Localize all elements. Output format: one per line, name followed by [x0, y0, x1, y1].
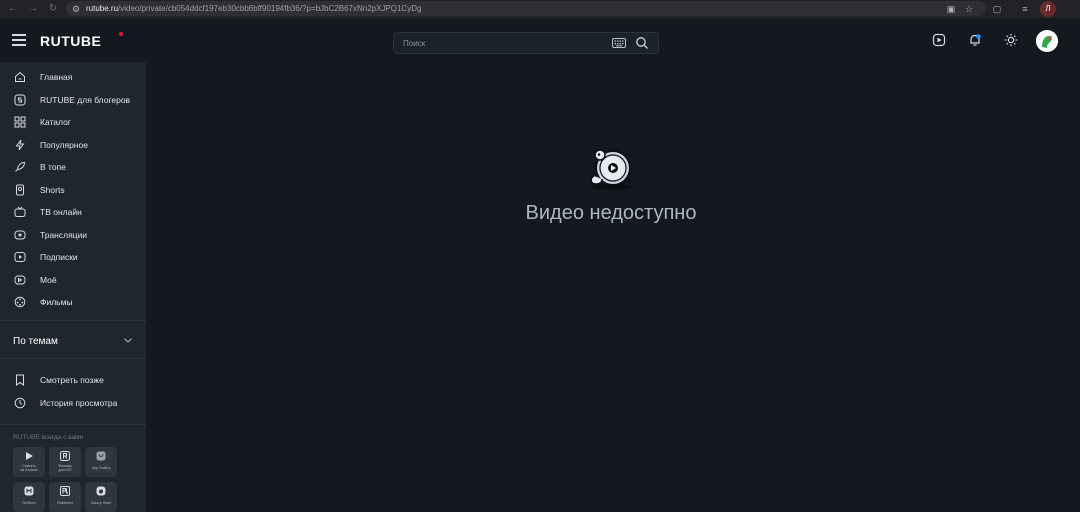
- topics-label: По темам: [13, 335, 58, 347]
- broadcast-icon: [14, 230, 26, 240]
- bookmark-icon: [16, 374, 24, 386]
- sidebar-divider: [0, 320, 146, 321]
- browser-toolbar: ← → ↻ ⚙ rutube.ru/video/private/cb054ddc…: [0, 0, 1080, 18]
- video-unavailable-message: Видео недоступно: [525, 202, 697, 224]
- app-label: на Android: [20, 468, 38, 472]
- home-icon: [15, 71, 25, 82]
- sidebar-item-top[interactable]: В топе: [0, 157, 146, 177]
- notifications-icon[interactable]: [968, 33, 982, 47]
- search-input[interactable]: [403, 36, 593, 50]
- apps-title: RUTUBE всегда с вами: [13, 434, 84, 441]
- rumarket-icon: [60, 486, 70, 496]
- sidebar-item-films[interactable]: Фильмы: [0, 292, 146, 312]
- sidebar-item-label: RUTUBE для блогеров: [40, 95, 131, 105]
- app-label: для iOS: [58, 468, 72, 472]
- sidebar-item-subscriptions[interactable]: Подписки: [0, 247, 146, 267]
- history-icon: [14, 397, 26, 409]
- reading-list-icon[interactable]: ≡: [1018, 2, 1032, 16]
- sidebar-item-tv[interactable]: ТВ онлайн: [0, 202, 146, 222]
- sidebar-item-bloggers[interactable]: RUTUBE для блогеров: [0, 90, 146, 110]
- url-path: /video/private/cb054ddcf197eb30cbb6bff90…: [118, 4, 422, 13]
- sidebar-item-home[interactable]: Главная: [0, 67, 146, 87]
- reload-icon[interactable]: ↻: [46, 2, 60, 16]
- my-videos-icon: [14, 275, 26, 285]
- chevron-down-icon: [124, 338, 132, 343]
- bookmark-star-icon[interactable]: ☆: [962, 2, 976, 16]
- forward-icon[interactable]: →: [26, 2, 40, 16]
- sidebar-item-label: В топе: [40, 162, 66, 172]
- sidebar-divider: [0, 358, 146, 359]
- sidebar-item-label: Главная: [40, 72, 73, 82]
- upload-video-icon[interactable]: [932, 33, 946, 47]
- sidebar-item-label: ТВ онлайн: [40, 207, 82, 217]
- sidebar-item-history[interactable]: История просмотра: [0, 393, 146, 413]
- google-play-icon: [26, 452, 33, 460]
- app-label: RuMarket: [57, 501, 73, 505]
- app-tile-appgallery[interactable]: App Gallery: [85, 447, 117, 477]
- shorts-icon: [16, 184, 24, 196]
- site-info-icon[interactable]: ⚙: [70, 3, 82, 15]
- films-icon: [14, 296, 26, 308]
- app-label: App Gallery: [91, 466, 111, 470]
- browser-profile-avatar[interactable]: Л: [1040, 1, 1056, 17]
- sidebar-item-my[interactable]: Моё: [0, 270, 146, 290]
- sidebar-item-popular[interactable]: Популярное: [0, 135, 146, 155]
- sidebar-item-label: Фильмы: [40, 297, 73, 307]
- app-tile-galaxy[interactable]: Galaxy Store: [85, 482, 117, 512]
- user-avatar[interactable]: [1036, 30, 1058, 52]
- sidebar-item-label: Смотреть позже: [40, 375, 104, 385]
- main-content: Видео недоступно: [146, 62, 1080, 512]
- app-gallery-icon: [96, 451, 106, 461]
- site-header: RUTUBE: [0, 18, 1080, 62]
- sidebar-item-broadcasts[interactable]: Трансляции: [0, 225, 146, 245]
- catalog-icon: [14, 116, 26, 128]
- studio-icon: [14, 94, 26, 106]
- sidebar-item-label: Подписки: [40, 252, 78, 262]
- sidebar-item-watch-later[interactable]: Смотреть позже: [0, 370, 146, 390]
- galaxy-store-icon: [96, 486, 106, 496]
- search-box: [393, 32, 659, 54]
- avatar-image: [1036, 30, 1058, 52]
- tv-icon: [14, 206, 26, 217]
- url-domain: rutube.ru: [86, 4, 119, 13]
- address-bar[interactable]: ⚙ rutube.ru/video/private/cb054ddcf197eb…: [66, 1, 986, 16]
- install-icon[interactable]: ▣: [944, 2, 958, 16]
- extensions-icon[interactable]: ▢: [990, 2, 1004, 16]
- subscriptions-icon: [14, 252, 26, 262]
- theme-toggle-icon[interactable]: [1004, 33, 1018, 47]
- sidebar-item-shorts[interactable]: Shorts: [0, 180, 146, 200]
- rutube-logo[interactable]: RUTUBE: [40, 33, 101, 49]
- sidebar-item-label: Каталог: [40, 117, 71, 127]
- sidebar-item-label: Популярное: [40, 140, 88, 150]
- sidebar-item-catalog[interactable]: Каталог: [0, 112, 146, 132]
- topics-section-toggle[interactable]: По темам: [0, 332, 146, 350]
- rocket-icon: [15, 161, 26, 172]
- app-tile-rustore[interactable]: RuStore: [13, 482, 45, 512]
- back-icon[interactable]: ←: [6, 2, 20, 16]
- search-icon[interactable]: [635, 36, 649, 50]
- sidebar-item-label: Shorts: [40, 185, 65, 195]
- sidebar: Главная RUTUBE для блогеров Каталог Попу…: [0, 62, 146, 512]
- sidebar-item-label: История просмотра: [40, 398, 118, 408]
- sidebar-divider: [0, 424, 146, 425]
- sidebar-item-label: Трансляции: [40, 230, 88, 240]
- video-unavailable-illustration: [590, 149, 632, 190]
- app-label: Galaxy Store: [90, 501, 112, 505]
- keyboard-icon[interactable]: [612, 37, 626, 49]
- app-label: RuStore: [22, 501, 36, 505]
- sidebar-item-label: Моё: [40, 275, 57, 285]
- rutube-app-icon: [60, 451, 70, 461]
- rustore-icon: [24, 486, 34, 496]
- lightning-icon: [15, 139, 25, 151]
- app-tile-rumarket[interactable]: RuMarket: [49, 482, 81, 512]
- app-tile-android[interactable]: Скачать на Android: [13, 447, 45, 477]
- menu-icon[interactable]: [12, 34, 26, 46]
- app-tile-ios[interactable]: Фильмы для iOS: [49, 447, 81, 477]
- logo-dot: [119, 32, 123, 36]
